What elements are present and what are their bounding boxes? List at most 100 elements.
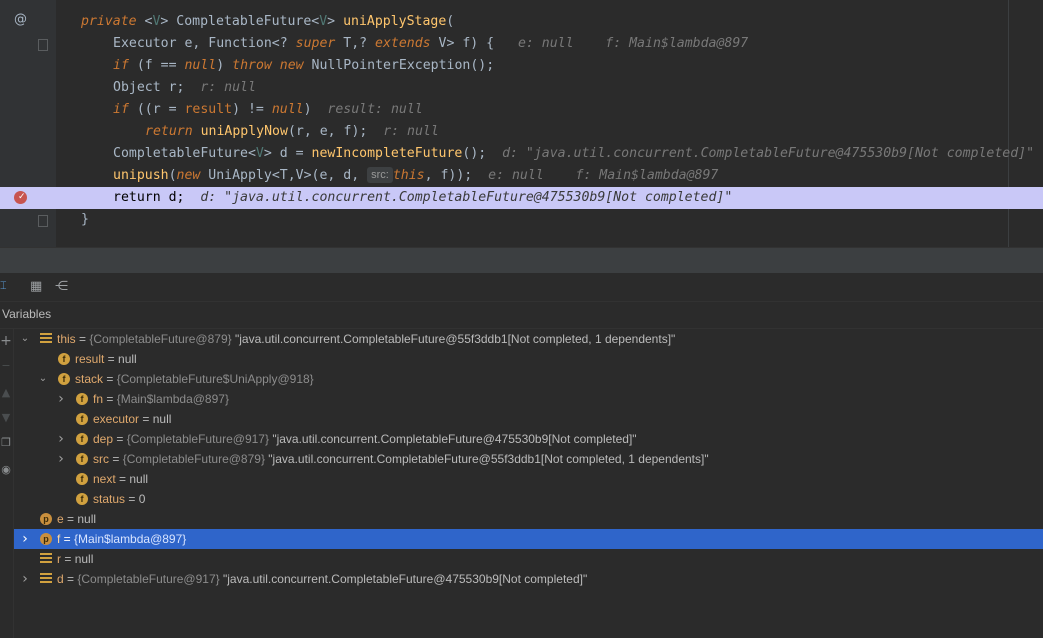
variable-row-dep[interactable]: › f dep = {CompletableFuture@917} "java.ut…: [14, 429, 1043, 449]
code-token: (f ==: [128, 58, 185, 73]
field-icon: f: [76, 453, 88, 465]
expand-arrow-icon[interactable]: ›: [56, 429, 66, 449]
variable-value: 0: [138, 492, 146, 506]
variable-name: status: [93, 492, 126, 506]
code-token: ();: [462, 146, 487, 161]
field-icon: f: [58, 373, 70, 385]
variable-row-d[interactable]: › d = {CompletableFuture@917} "java.util.…: [14, 569, 1043, 589]
code-line: return uniApplyNow(r, e, f); r: null: [0, 121, 1043, 143]
inline-value-hint: e: null f: Main$lambda@897: [488, 168, 719, 183]
parameter-hint-chip: src:: [367, 167, 393, 183]
variable-value: null: [152, 412, 172, 426]
flow-icon[interactable]: ⋲: [55, 279, 68, 294]
variable-value: null: [118, 352, 137, 366]
variable-row-r[interactable]: r = null: [14, 549, 1043, 569]
keyword-token: new: [279, 58, 304, 73]
variable-row-executor[interactable]: f executor = null: [14, 409, 1043, 429]
variable-row-result[interactable]: f result = null: [14, 349, 1043, 369]
watch-icon[interactable]: ◉: [0, 463, 12, 476]
collapse-arrow-icon[interactable]: ⌄: [20, 329, 30, 349]
variable-name: e: [57, 512, 64, 526]
expand-arrow-icon[interactable]: ›: [56, 449, 66, 469]
inline-value-hint: r: null: [200, 80, 256, 95]
add-icon[interactable]: +: [0, 333, 12, 349]
code-token: T,?: [335, 36, 376, 51]
variable-text: f = {Main$lambda@897}: [57, 532, 187, 546]
keyword-token: extends: [375, 36, 431, 51]
variable-row-next[interactable]: f next = null: [14, 469, 1043, 489]
variable-text: this = {CompletableFuture@879} "java.uti…: [57, 332, 676, 346]
debugger-toolbar: ⌶ ▦ ⋲: [0, 273, 1043, 302]
variable-row-status[interactable]: f status = 0: [14, 489, 1043, 509]
field-icon: f: [76, 473, 88, 485]
keyword-token: if: [113, 102, 129, 117]
inline-value-hint: result: null: [327, 102, 423, 117]
type-param-token: V: [255, 146, 264, 161]
variable-text: dep = {CompletableFuture@917} "java.util…: [93, 432, 637, 446]
code-token: <: [136, 14, 153, 29]
variable-row-e[interactable]: p e = null: [14, 509, 1043, 529]
move-down-icon[interactable]: ▼: [0, 411, 12, 424]
code-token: NullPointerException();: [303, 58, 495, 73]
code-token: }: [81, 212, 89, 227]
current-execution-line: return d; d: "java.util.concurrent.Compl…: [0, 187, 1043, 209]
variable-text: stack = {CompletableFuture$UniApply@918}: [75, 372, 314, 386]
variable-name: stack: [75, 372, 104, 386]
variable-ref: {CompletableFuture@917}: [126, 432, 273, 446]
expand-arrow-icon[interactable]: ›: [20, 569, 30, 589]
variable-row-fn[interactable]: › f fn = {Main$lambda@897}: [14, 389, 1043, 409]
variable-name: next: [93, 472, 116, 486]
code-token: CompletableFuture<: [113, 146, 256, 161]
remove-icon[interactable]: −: [0, 359, 12, 372]
variable-text: d = {CompletableFuture@917} "java.util.c…: [57, 572, 588, 586]
expand-arrow-icon[interactable]: ›: [20, 529, 30, 549]
inline-value-hint: e: null f: Main$lambda@897: [517, 36, 749, 51]
move-up-icon[interactable]: ▲: [0, 386, 12, 399]
variable-value: "java.util.concurrent.CompletableFuture@…: [272, 432, 637, 446]
variable-text: next = null: [93, 472, 149, 486]
code-editor[interactable]: @ private <V> CompletableFuture<V> uniAp…: [0, 0, 1043, 247]
inline-value-hint: d: "java.util.concurrent.CompletableFutu…: [200, 190, 733, 205]
text-cursor-icon[interactable]: ⌶: [0, 279, 7, 293]
code-line: if ((r = result) != null) result: null: [0, 99, 1043, 121]
keyword-token: null: [271, 102, 304, 117]
code-line: Executor e, Function<? super T,? extends…: [0, 33, 1043, 55]
keyword-token: this: [392, 168, 425, 183]
variable-name: fn: [93, 392, 104, 406]
variable-text: src = {CompletableFuture@879} "java.util…: [93, 452, 709, 466]
variables-tree[interactable]: ⌄ this = {CompletableFuture@879} "java.ut…: [14, 329, 1043, 638]
variable-row-src[interactable]: › f src = {CompletableFuture@879} "java.ut…: [14, 449, 1043, 469]
code-line: Object r; r: null: [0, 77, 1043, 99]
variables-side-toolbar: + − ▲ ▼ ❐ ◉: [0, 329, 14, 638]
parameter-icon: p: [40, 533, 52, 545]
variable-text: e = null: [57, 512, 97, 526]
code-token: V> f) {: [430, 36, 495, 51]
method-name-token: newIncompleteFuture: [311, 146, 463, 161]
variable-row-stack[interactable]: ⌄ f stack = {CompletableFuture$UniApply@91…: [14, 369, 1043, 389]
variables-header: Variables: [0, 302, 1043, 329]
field-token: result: [184, 102, 233, 117]
variable-row-f[interactable]: › p f = {Main$lambda@897}: [14, 529, 1043, 549]
collapse-arrow-icon[interactable]: ⌄: [38, 369, 48, 389]
expand-arrow-icon[interactable]: ›: [56, 389, 66, 409]
variable-ref: {CompletableFuture@879}: [122, 452, 269, 466]
parameter-icon: p: [40, 513, 52, 525]
check-icon: ✓: [18, 192, 26, 202]
variable-row-this[interactable]: ⌄ this = {CompletableFuture@879} "java.ut…: [14, 329, 1043, 349]
keyword-token: new: [176, 168, 201, 183]
table-icon[interactable]: ▦: [30, 279, 42, 294]
inline-value-hint: r: null: [383, 124, 439, 139]
code-line: unipush(new UniApply<T,V>(e, d, src: this…: [0, 165, 1043, 187]
panel-splitter[interactable]: [0, 247, 1043, 274]
keyword-token: super: [295, 36, 336, 51]
variable-ref: {CompletableFuture@917}: [77, 572, 223, 586]
keyword-token: throw: [232, 58, 272, 73]
variable-text: r = null: [57, 552, 94, 566]
method-name-token: uniApplyStage: [343, 14, 447, 29]
local-variable-icon: [40, 553, 52, 565]
variable-text: result = null: [75, 352, 137, 366]
code-token: (: [168, 168, 177, 183]
copy-icon[interactable]: ❐: [0, 436, 12, 449]
